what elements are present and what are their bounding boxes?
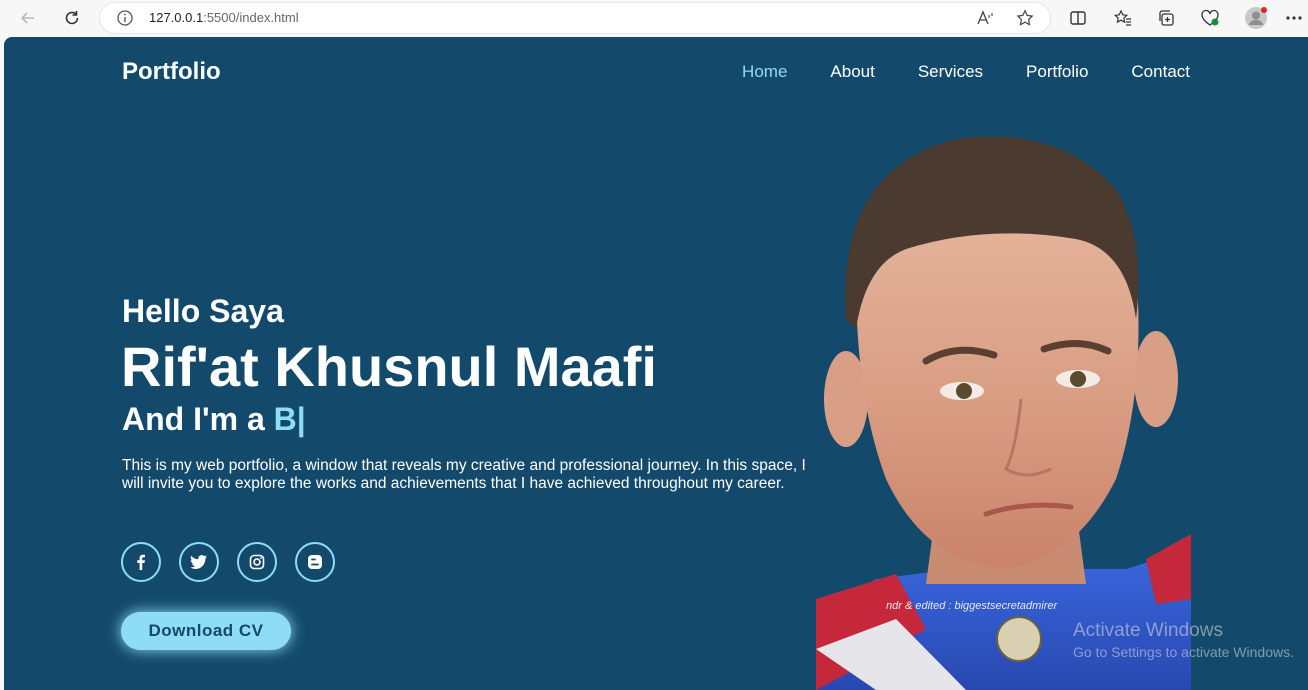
instagram-icon[interactable] xyxy=(237,542,277,582)
hero-name: Rif'at Khusnul Maafi xyxy=(121,335,657,398)
url-text: 127.0.0.1:5500/index.html xyxy=(149,10,299,25)
watermark-subtitle: Go to Settings to activate Windows. xyxy=(1073,644,1294,660)
portfolio-page: Portfolio Home About Services Portfolio … xyxy=(4,37,1308,690)
nav-about[interactable]: About xyxy=(830,62,874,82)
back-arrow-icon[interactable] xyxy=(16,6,40,30)
social-links xyxy=(121,542,335,582)
windows-activation-watermark: Activate Windows Go to Settings to activ… xyxy=(1073,620,1294,660)
browser-essentials-icon[interactable] xyxy=(1198,6,1222,30)
browser-toolbar: 127.0.0.1:5500/index.html xyxy=(0,0,1308,37)
address-bar[interactable]: 127.0.0.1:5500/index.html xyxy=(100,3,1050,33)
watermark-title: Activate Windows xyxy=(1073,620,1223,641)
more-options-icon[interactable] xyxy=(1282,6,1306,30)
site-logo[interactable]: Portfolio xyxy=(122,58,221,86)
main-nav: Home About Services Portfolio Contact xyxy=(742,62,1190,82)
favorites-icon[interactable] xyxy=(1111,6,1135,30)
nav-contact[interactable]: Contact xyxy=(1131,62,1190,82)
nav-home[interactable]: Home xyxy=(742,62,787,82)
url-path: :5500/index.html xyxy=(203,10,299,25)
profile-avatar-icon[interactable] xyxy=(1244,6,1268,30)
nav-portfolio[interactable]: Portfolio xyxy=(1026,62,1088,82)
blogger-icon[interactable] xyxy=(295,542,335,582)
info-icon[interactable] xyxy=(116,9,134,32)
profile-photo: ndr & edited : biggestsecretadmirer xyxy=(816,136,1191,690)
role-prefix: And I'm a xyxy=(122,401,274,437)
nav-services[interactable]: Services xyxy=(918,62,983,82)
role-typed-text: B| xyxy=(273,401,306,437)
favorite-star-icon[interactable] xyxy=(1015,8,1035,28)
hero-role: And I'm a B| xyxy=(122,401,306,438)
url-host: 127.0.0.1 xyxy=(149,10,204,25)
collections-icon[interactable] xyxy=(1154,6,1178,30)
facebook-icon[interactable] xyxy=(121,542,161,582)
download-cv-button[interactable]: Download CV xyxy=(121,612,291,650)
reload-icon[interactable] xyxy=(60,6,84,30)
hero-greeting: Hello Saya xyxy=(122,293,284,329)
twitter-icon[interactable] xyxy=(179,542,219,582)
hero-description: This is my web portfolio, a window that … xyxy=(122,457,806,492)
read-aloud-icon[interactable] xyxy=(976,8,996,28)
split-screen-icon[interactable] xyxy=(1066,6,1090,30)
photo-caption: ndr & edited : biggestsecretadmirer xyxy=(886,600,1059,612)
